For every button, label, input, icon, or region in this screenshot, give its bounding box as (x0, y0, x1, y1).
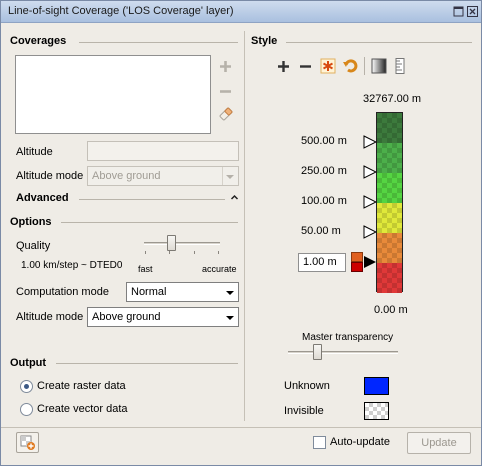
add-layer-icon[interactable] (16, 432, 39, 453)
ruler-icon[interactable] (394, 58, 406, 77)
update-button[interactable]: Update (407, 432, 471, 454)
unknown-label: Unknown (284, 380, 330, 392)
auto-update-checkbox[interactable] (313, 436, 326, 449)
raster-label[interactable]: Create raster data (37, 380, 126, 392)
plus-icon[interactable] (277, 60, 290, 76)
ramp-threshold-label: 100.00 m (301, 195, 347, 207)
coverage-altitude-input[interactable] (87, 141, 239, 161)
output-divider (56, 363, 238, 364)
computation-mode-select[interactable]: Normal (126, 282, 239, 302)
title-bar: Line-of-sight Coverage ('LOS Coverage' l… (1, 1, 481, 23)
chevron-up-icon[interactable] (230, 193, 239, 205)
advanced-title[interactable]: Advanced (16, 192, 69, 204)
ramp-threshold-label: 50.00 m (301, 225, 341, 237)
auto-update-label[interactable]: Auto-update (330, 436, 390, 448)
vector-radio[interactable] (20, 403, 33, 416)
master-transparency-label: Master transparency (302, 332, 394, 343)
quality-min-label: fast (138, 264, 153, 274)
ramp-threshold-label: 500.00 m (301, 135, 347, 147)
vector-label[interactable]: Create vector data (37, 403, 128, 415)
ramp-bottom-label: 0.00 m (374, 304, 408, 316)
upper-color-swatch[interactable] (351, 252, 363, 262)
ramp-threshold-label: 250.00 m (301, 165, 347, 177)
coverage-altitude-mode-value: Above ground (92, 170, 161, 182)
chevron-down-icon (226, 291, 234, 295)
ramp-threshold-pointer[interactable] (363, 165, 377, 179)
chevron-down-icon (226, 175, 234, 179)
window-title: Line-of-sight Coverage ('LOS Coverage' l… (8, 5, 234, 17)
coverages-list[interactable] (15, 55, 211, 134)
invisible-color-swatch[interactable] (364, 402, 389, 420)
options-altitude-mode-label: Altitude mode (16, 311, 84, 323)
column-divider (244, 31, 245, 421)
quality-label: Quality (16, 240, 51, 252)
minus-icon[interactable] (219, 85, 232, 101)
output-section-title: Output (10, 357, 47, 369)
quality-max-label: accurate (202, 264, 237, 274)
active-threshold-pointer[interactable] (363, 255, 377, 269)
threshold-input[interactable]: 1.00 m (298, 253, 346, 272)
lower-color-swatch[interactable] (351, 262, 363, 272)
coverages-section-title: Coverages (10, 35, 67, 47)
coverage-altitude-label: Altitude (16, 146, 53, 158)
options-altitude-mode-select[interactable]: Above ground (87, 307, 239, 327)
restore-icon[interactable] (453, 6, 464, 17)
quality-slider-thumb[interactable] (167, 235, 176, 251)
chevron-down-icon (226, 316, 234, 320)
coverage-altitude-mode-label: Altitude mode (16, 170, 84, 182)
los-coverage-window: Line-of-sight Coverage ('LOS Coverage' l… (0, 0, 482, 466)
invisible-label: Invisible (284, 405, 324, 417)
computation-mode-label: Computation mode (16, 286, 109, 298)
options-section-title: Options (10, 216, 52, 228)
quality-value-text: 1.00 km/step ~ DTED0 (21, 260, 123, 271)
threshold-value: 1.00 m (303, 256, 337, 268)
ramp-threshold-pointer[interactable] (363, 135, 377, 149)
master-transparency-slider[interactable] (288, 343, 398, 363)
options-divider (61, 222, 238, 223)
eraser-icon[interactable] (218, 106, 234, 125)
close-icon[interactable] (467, 6, 478, 17)
raster-radio[interactable] (20, 380, 33, 393)
quality-slider[interactable] (144, 234, 220, 260)
computation-mode-value: Normal (131, 286, 167, 298)
advanced-divider (79, 199, 225, 200)
master-transparency-thumb[interactable] (313, 344, 322, 360)
unknown-color-swatch[interactable] (364, 377, 389, 395)
plus-icon[interactable] (219, 60, 232, 76)
options-altitude-mode-value: Above ground (92, 311, 161, 323)
ramp-threshold-pointer[interactable] (363, 225, 377, 239)
coverages-divider (79, 42, 238, 43)
style-section-title: Style (251, 35, 278, 47)
coverage-altitude-mode-select[interactable]: Above ground (87, 166, 239, 186)
ramp-threshold-pointer[interactable] (363, 195, 377, 209)
